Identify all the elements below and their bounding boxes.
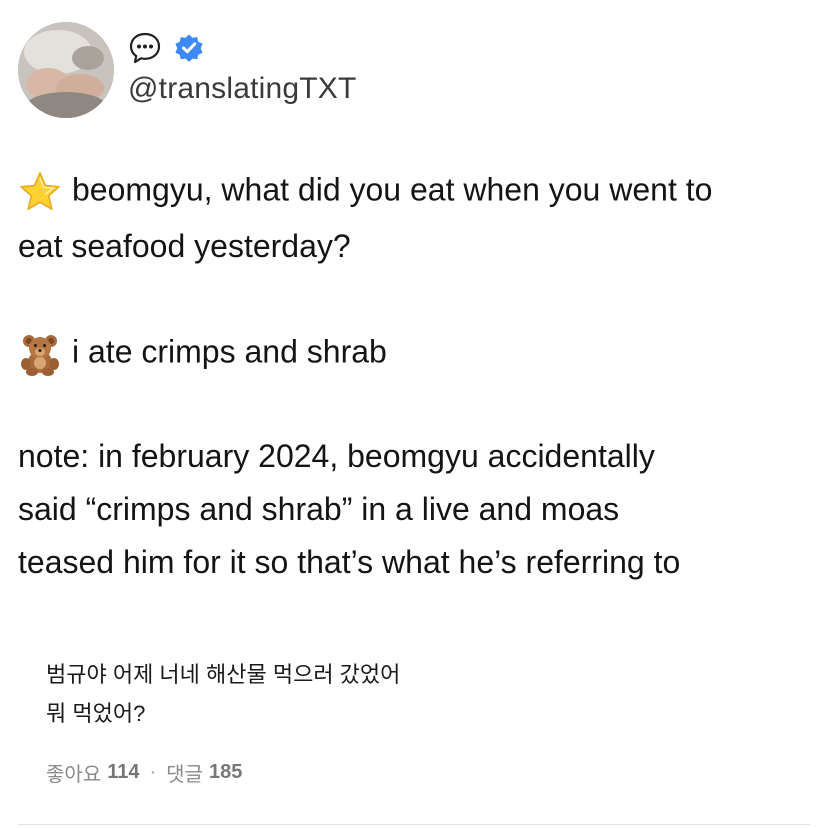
- korean-post-line-1: 범규야 어제 너네 해산물 먹으러 갔었어: [46, 662, 401, 687]
- avatar-photo: [18, 22, 114, 118]
- header-icons: [128, 30, 206, 66]
- note-line-3: teased him for it so that’s what he’s re…: [18, 544, 681, 580]
- answer-line: i ate crimps and shrab: [18, 332, 387, 376]
- speech-bubble-icon[interactable]: [128, 31, 162, 65]
- star-emoji-icon: [18, 170, 62, 214]
- likes-count: 114: [107, 761, 140, 783]
- stats-separator: ·: [149, 761, 157, 783]
- divider: [18, 824, 810, 825]
- avatar[interactable]: [18, 22, 114, 118]
- note-line-1: note: in february 2024, beomgyu accident…: [18, 438, 655, 474]
- verified-badge-icon: [175, 34, 203, 62]
- question-line-2: eat seafood yesterday?: [18, 228, 351, 264]
- korean-post-line-2: 뭐 먹었어?: [46, 701, 146, 726]
- question-line-1: beomgyu, what did you eat when you went …: [18, 170, 712, 214]
- post-stats: 좋아요 114 · 댓글 185: [46, 758, 242, 787]
- username-handle[interactable]: @translatingTXT: [128, 72, 357, 106]
- comments-count: 185: [208, 761, 243, 783]
- comments-label: 댓글: [166, 764, 203, 786]
- note-line-2: said “crimps and shrab” in a live and mo…: [18, 491, 620, 527]
- question-text-1: beomgyu, what did you eat when you went …: [72, 171, 713, 208]
- likes-label: 좋아요: [46, 764, 102, 786]
- teddy-bear-emoji-icon: [18, 332, 62, 376]
- answer-text: i ate crimps and shrab: [72, 333, 387, 370]
